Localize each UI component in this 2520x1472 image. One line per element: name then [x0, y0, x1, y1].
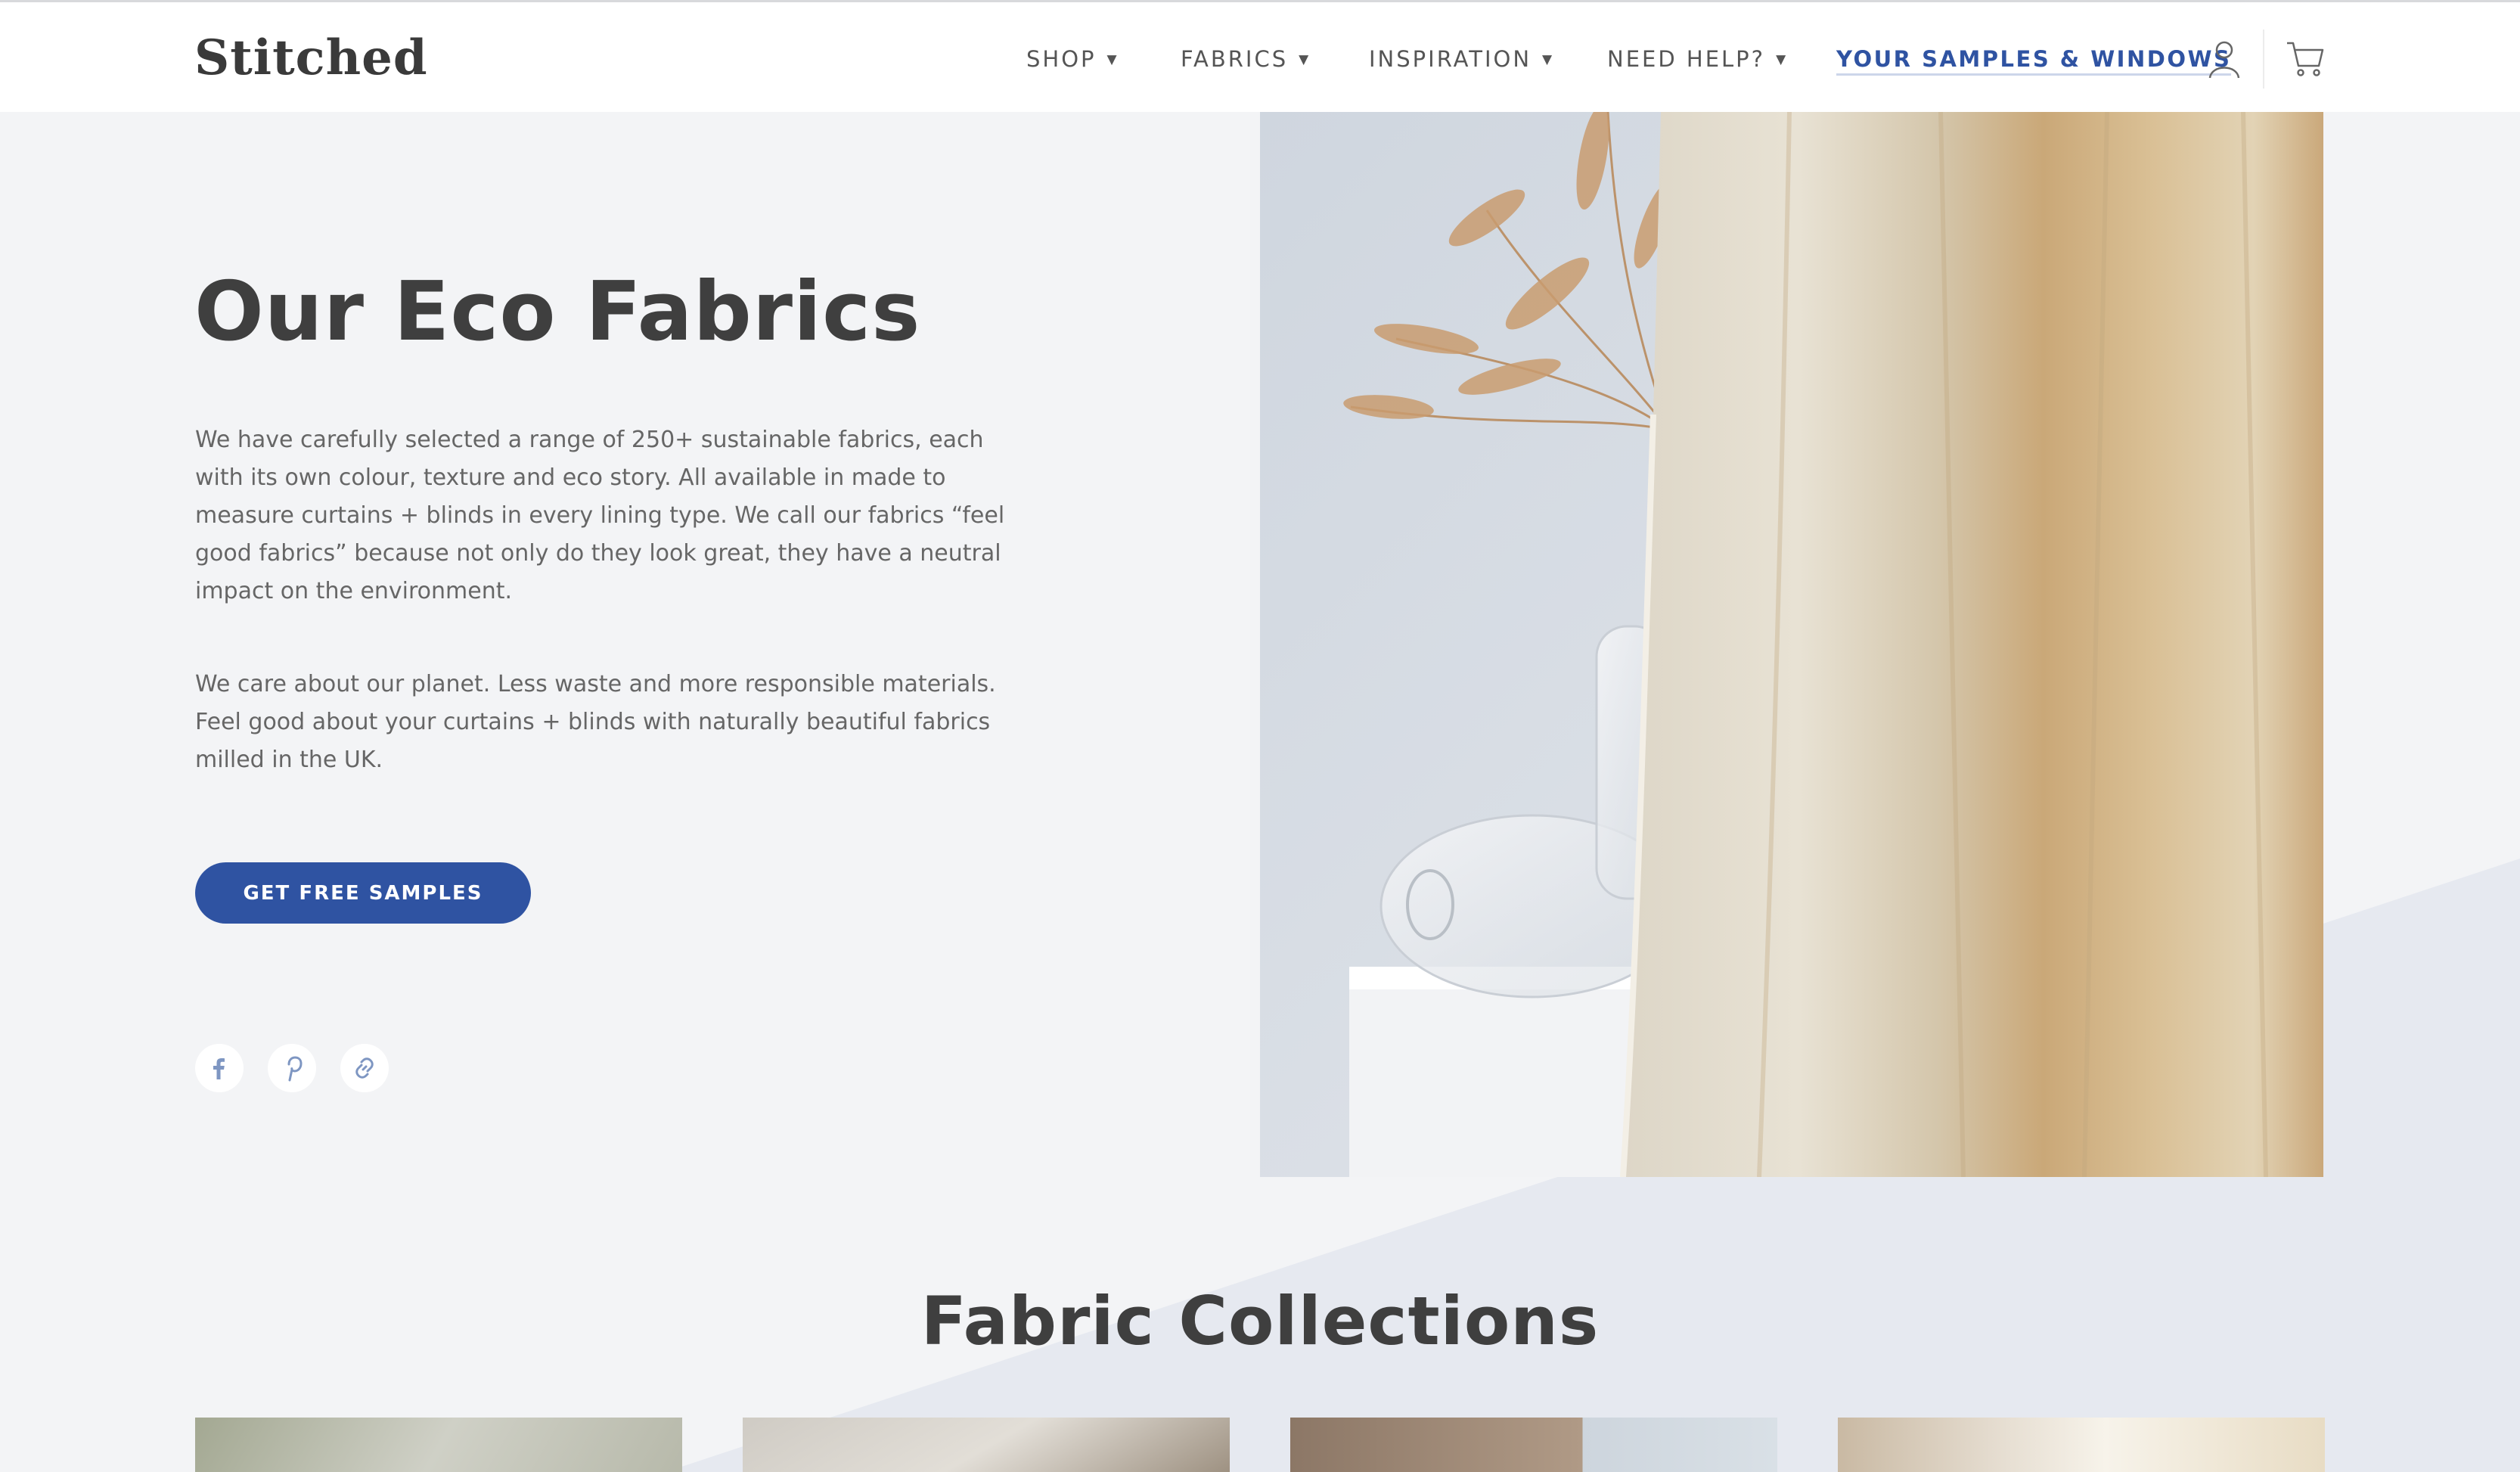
- facebook-icon: [213, 1058, 225, 1079]
- your-samples-windows-link[interactable]: YOUR SAMPLES & WINDOWS: [1836, 46, 2232, 76]
- get-free-samples-button[interactable]: GET FREE SAMPLES: [195, 862, 531, 924]
- facebook-share-button[interactable]: [195, 1044, 244, 1092]
- hero-intro-paragraph: We have carefully selected a range of 25…: [195, 427, 1005, 604]
- nav-inspiration-label: INSPIRATION: [1369, 46, 1532, 72]
- pinterest-share-button[interactable]: [268, 1044, 316, 1092]
- collection-card[interactable]: [1290, 1418, 1777, 1472]
- copy-link-button[interactable]: [340, 1044, 389, 1092]
- hero-planet-paragraph: We care about our planet. Less waste and…: [195, 671, 996, 773]
- nav-shop-label: SHOP: [1026, 46, 1097, 72]
- nav-fabrics-label: FABRICS: [1181, 46, 1289, 72]
- nav-inspiration[interactable]: INSPIRATION ▼: [1369, 46, 1554, 72]
- page-title: Our Eco Fabrics: [194, 265, 921, 359]
- cart-icon[interactable]: [2286, 40, 2325, 78]
- user-icon[interactable]: [2208, 40, 2240, 79]
- link-icon: [355, 1057, 374, 1079]
- caret-down-icon: ▼: [1299, 52, 1311, 67]
- caret-down-icon: ▼: [1106, 52, 1119, 67]
- curtain-photo-illustration: [1260, 112, 2323, 1177]
- caret-down-icon: ▼: [1542, 52, 1555, 67]
- nav-fabrics[interactable]: FABRICS ▼: [1181, 46, 1311, 72]
- nav-need-help-label: NEED HELP?: [1607, 46, 1766, 72]
- nav-need-help[interactable]: NEED HELP? ▼: [1607, 46, 1788, 72]
- nav-shop[interactable]: SHOP ▼: [1026, 46, 1119, 72]
- pinterest-icon: [287, 1056, 303, 1082]
- site-header: Stitched SHOP ▼ FABRICS ▼ INSPIRATION ▼ NEE…: [0, 0, 2520, 112]
- collection-card[interactable]: [1838, 1418, 2325, 1472]
- caret-down-icon: ▼: [1776, 52, 1789, 67]
- fabric-collections-heading: Fabric Collections: [920, 1282, 1600, 1360]
- collection-card[interactable]: [195, 1418, 682, 1472]
- header-divider: [2263, 30, 2264, 89]
- collection-card[interactable]: [743, 1418, 1230, 1472]
- hero-curtain-image: [1260, 112, 2323, 1177]
- brand-logo[interactable]: Stitched: [194, 30, 428, 86]
